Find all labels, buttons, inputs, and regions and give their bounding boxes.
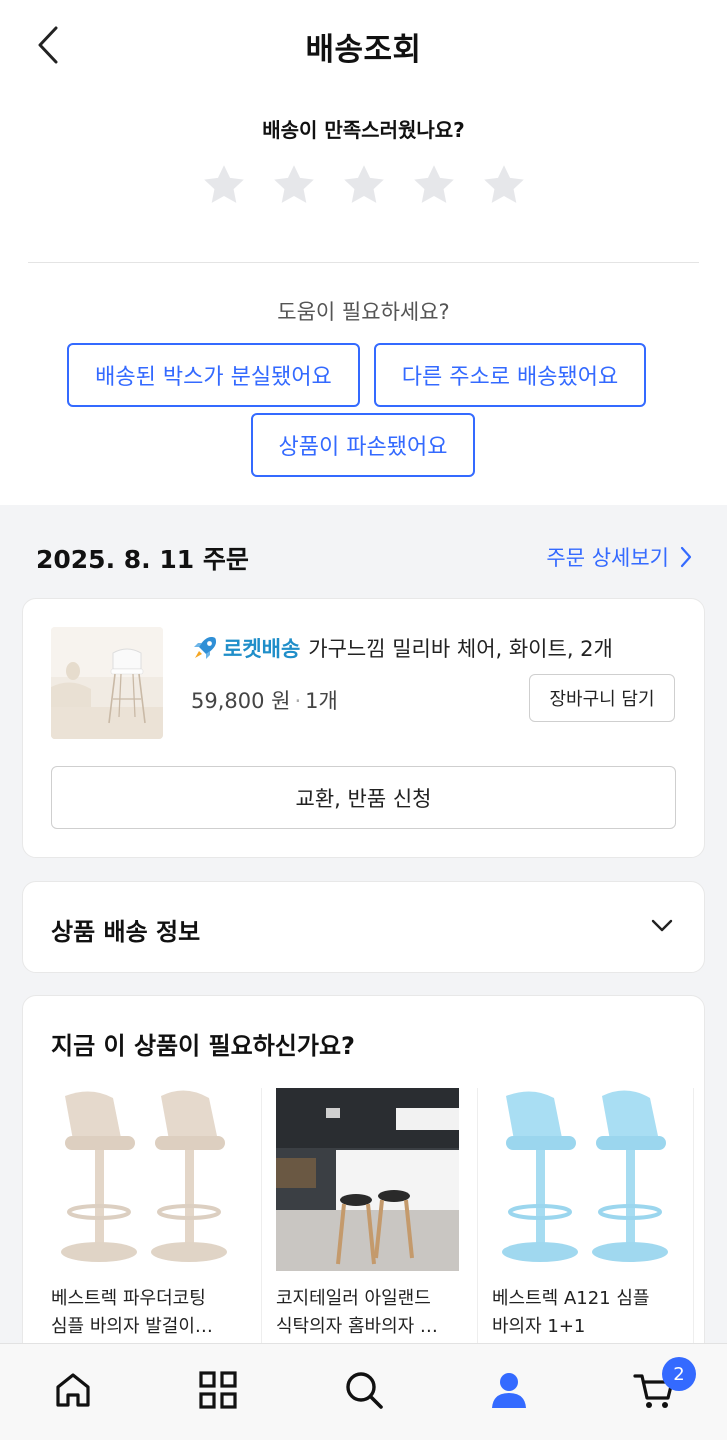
shipping-info-accordion[interactable]: 상품 배송 정보 bbox=[22, 881, 705, 973]
lost-box-button[interactable]: 배송된 박스가 분실됐어요 bbox=[67, 343, 360, 407]
search-icon[interactable] bbox=[342, 1368, 386, 1412]
wrong-address-button[interactable]: 다른 주소로 배송됐어요 bbox=[374, 343, 646, 407]
order-detail-label: 주문 상세보기 bbox=[546, 546, 669, 570]
order-card: 로켓배송 가구느낌 밀리바 체어, 화이트, 2개 59,800 원 · 1개 장바… bbox=[22, 598, 705, 858]
product-image bbox=[51, 1088, 234, 1271]
rocket-delivery-badge: 로켓배송 bbox=[223, 637, 301, 661]
product-price-row: 59,800 원 · 1개 bbox=[191, 685, 338, 715]
product-title[interactable]: 로켓배송 가구느낌 밀리바 체어, 화이트, 2개 bbox=[191, 633, 613, 663]
home-icon[interactable] bbox=[51, 1368, 95, 1412]
recommendation-title: 지금 이 상품이 필요하신가요? bbox=[51, 1032, 355, 1060]
product-quantity: 1개 bbox=[305, 689, 338, 713]
damaged-product-button[interactable]: 상품이 파손됐어요 bbox=[251, 413, 475, 477]
my-account-icon[interactable] bbox=[487, 1368, 531, 1412]
bar-chair-image bbox=[51, 627, 163, 739]
star-icon[interactable] bbox=[199, 160, 249, 210]
chevron-right-icon bbox=[680, 546, 692, 568]
product-name: 가구느낌 밀리바 체어, 화이트, 2개 bbox=[308, 637, 613, 661]
product-image bbox=[492, 1088, 675, 1271]
star-icon[interactable] bbox=[339, 160, 389, 210]
chevron-down-icon bbox=[651, 919, 673, 932]
exchange-return-button[interactable]: 교환, 반품 신청 bbox=[51, 766, 676, 829]
category-icon[interactable] bbox=[196, 1368, 240, 1412]
star-rating[interactable] bbox=[0, 160, 727, 210]
separator-dot: · bbox=[294, 689, 302, 713]
product-name: 베스트렉 파우더코팅 심플 바의자 발걸이… bbox=[51, 1288, 213, 1337]
help-question: 도움이 필요하세요? bbox=[277, 300, 450, 324]
star-icon[interactable] bbox=[409, 160, 459, 210]
page-title: 배송조회 bbox=[305, 32, 422, 68]
cart-count-badge: 2 bbox=[662, 1357, 696, 1391]
delivery-top-section: 배송조회 배송이 만족스러웠나요? 도움이 필요하세요? 배송된 박스가 분실됐… bbox=[0, 0, 727, 505]
add-to-cart-button[interactable]: 장바구니 담기 bbox=[529, 674, 675, 722]
divider bbox=[28, 262, 699, 263]
bottom-navigation bbox=[0, 1343, 727, 1440]
product-name: 베스트렉 A121 심플 바의자 1+1 아일랜드… bbox=[492, 1288, 650, 1337]
recommendation-card: 지금 이 상품이 필요하신가요? 베스트렉 파우더코팅 심플 바의자 발걸이… … bbox=[22, 995, 705, 1395]
product-image bbox=[276, 1088, 459, 1271]
rocket-icon bbox=[194, 637, 216, 659]
product-price: 59,800 원 bbox=[191, 689, 291, 713]
product-thumbnail[interactable] bbox=[51, 627, 163, 739]
header: 배송조회 bbox=[0, 0, 727, 90]
product-name: 코지테일러 아일랜드 식탁의자 홈바의자 … bbox=[276, 1288, 438, 1337]
rating-question: 배송이 만족스러웠나요? bbox=[262, 118, 465, 142]
order-detail-link[interactable]: 주문 상세보기 bbox=[546, 542, 693, 572]
star-icon[interactable] bbox=[269, 160, 319, 210]
star-icon[interactable] bbox=[479, 160, 529, 210]
order-date: 2025. 8. 11 주문 bbox=[36, 545, 249, 574]
shipping-info-label: 상품 배송 정보 bbox=[51, 918, 201, 946]
